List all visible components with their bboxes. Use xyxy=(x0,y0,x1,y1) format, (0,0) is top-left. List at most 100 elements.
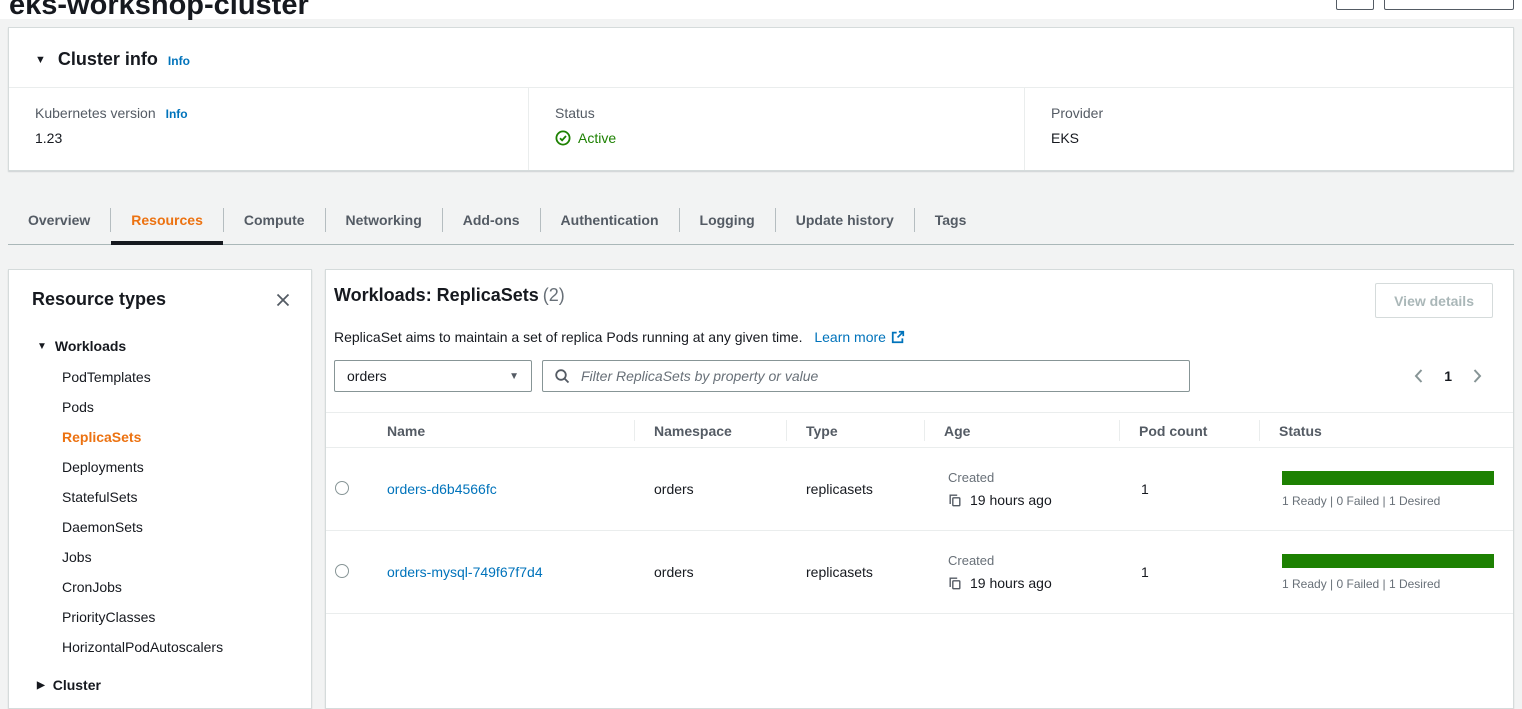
tab-compute[interactable]: Compute xyxy=(224,196,325,244)
current-page[interactable]: 1 xyxy=(1444,368,1452,384)
age-cell: Created 19 hours ago xyxy=(924,470,1119,508)
pod-count-cell: 1 xyxy=(1119,481,1259,497)
status-field: Status Active xyxy=(528,88,1024,170)
kubernetes-version-field: Kubernetes version Info 1.23 xyxy=(9,88,528,170)
filter-row: orders ▼ 1 xyxy=(334,360,1493,392)
status-cell: 1 Ready | 0 Failed | 1 Desired xyxy=(1259,554,1514,591)
tree-group-cluster[interactable]: ▶ Cluster xyxy=(9,669,311,701)
age-created-label: Created xyxy=(948,470,1119,485)
namespace-filter-value: orders xyxy=(347,368,387,384)
status-progress-bar xyxy=(1282,471,1494,485)
sidebar-item-statefulsets[interactable]: StatefulSets xyxy=(9,482,311,512)
kubernetes-version-info-link[interactable]: Info xyxy=(166,107,188,121)
sidebar-item-jobs[interactable]: Jobs xyxy=(9,542,311,572)
sidebar-item-cronjobs[interactable]: CronJobs xyxy=(9,572,311,602)
tab-resources[interactable]: Resources xyxy=(111,196,223,244)
status-text: 1 Ready | 0 Failed | 1 Desired xyxy=(1282,494,1494,508)
select-caret-icon: ▼ xyxy=(509,371,519,382)
namespace-filter-select[interactable]: orders ▼ xyxy=(334,360,532,392)
tree-group-workloads[interactable]: ▼ Workloads xyxy=(9,330,311,362)
view-details-button[interactable]: View details xyxy=(1375,283,1493,318)
sidebar-item-replicasets[interactable]: ReplicaSets xyxy=(9,422,311,452)
cluster-info-title: Cluster info xyxy=(58,49,158,70)
resource-types-title: Resource types xyxy=(32,289,166,310)
replicasets-panel: Workloads: ReplicaSets(2) View details R… xyxy=(325,269,1514,709)
refresh-button[interactable] xyxy=(1336,0,1374,10)
table-row: orders-mysql-749f67f7d4 orders replicase… xyxy=(326,531,1513,614)
result-count: (2) xyxy=(543,285,565,305)
replicaset-name-link[interactable]: orders-d6b4566fc xyxy=(387,481,497,497)
tab-tags[interactable]: Tags xyxy=(915,196,987,244)
next-page-icon[interactable] xyxy=(1472,368,1483,384)
replicasets-table: Name Namespace Type Age Pod count Status… xyxy=(326,412,1513,614)
cluster-info-header: ▼ Cluster info Info xyxy=(9,28,1513,88)
header-actions: Delete cluster xyxy=(1336,0,1514,10)
tab-networking[interactable]: Networking xyxy=(326,196,442,244)
external-link-icon xyxy=(891,330,905,344)
chevron-right-icon: ▶ xyxy=(37,680,45,691)
chevron-down-icon[interactable]: ▼ xyxy=(35,54,46,66)
cluster-info-info-link[interactable]: Info xyxy=(168,54,190,68)
age-cell: Created 19 hours ago xyxy=(924,553,1119,591)
pagination: 1 xyxy=(1413,368,1493,384)
status-text: 1 Ready | 0 Failed | 1 Desired xyxy=(1282,577,1494,591)
replicaset-name-link[interactable]: orders-mysql-749f67f7d4 xyxy=(387,564,543,580)
age-created-label: Created xyxy=(948,553,1119,568)
tree-group-workloads-label: Workloads xyxy=(55,338,126,354)
page-header: eks-workshop-cluster Delete cluster xyxy=(0,0,1522,19)
page-title: eks-workshop-cluster xyxy=(9,0,1522,22)
row-radio-button[interactable] xyxy=(335,564,349,578)
search-box xyxy=(542,360,1190,392)
status-progress-bar xyxy=(1282,554,1494,568)
learn-more-link[interactable]: Learn more xyxy=(814,329,905,345)
provider-value: EKS xyxy=(1051,130,1513,146)
age-value: 19 hours ago xyxy=(970,575,1052,591)
tab-authentication[interactable]: Authentication xyxy=(541,196,679,244)
type-cell: replicasets xyxy=(786,564,924,580)
copy-icon[interactable] xyxy=(948,576,962,590)
tab-overview[interactable]: Overview xyxy=(8,196,110,244)
tab-bar: Overview Resources Compute Networking Ad… xyxy=(8,196,1514,245)
provider-label: Provider xyxy=(1051,105,1103,121)
previous-page-icon[interactable] xyxy=(1413,368,1424,384)
age-value: 19 hours ago xyxy=(970,492,1052,508)
sidebar-item-podtemplates[interactable]: PodTemplates xyxy=(9,362,311,392)
status-badge: Active xyxy=(578,130,616,146)
provider-field: Provider EKS xyxy=(1024,88,1513,170)
cluster-info-body: Kubernetes version Info 1.23 Status Acti… xyxy=(9,88,1513,170)
panel-title: Workloads: ReplicaSets(2) xyxy=(334,285,565,306)
column-header-pod-count: Pod count xyxy=(1119,413,1259,448)
sidebar-item-horizontalpodautoscalers[interactable]: HorizontalPodAutoscalers xyxy=(9,632,311,662)
tab-logging[interactable]: Logging xyxy=(680,196,775,244)
search-icon xyxy=(554,368,570,384)
close-icon[interactable] xyxy=(275,292,291,308)
namespace-cell: orders xyxy=(634,481,786,497)
cluster-info-panel: ▼ Cluster info Info Kubernetes version I… xyxy=(8,27,1514,171)
select-column-header xyxy=(326,413,376,448)
check-circle-icon xyxy=(555,130,571,146)
learn-more-label: Learn more xyxy=(814,329,886,345)
sidebar-item-priorityclasses[interactable]: PriorityClasses xyxy=(9,602,311,632)
column-header-name: Name xyxy=(376,413,634,448)
tab-update-history[interactable]: Update history xyxy=(776,196,914,244)
tree-group-cluster-label: Cluster xyxy=(53,677,101,693)
column-header-age: Age xyxy=(924,413,1119,448)
table-row: orders-d6b4566fc orders replicasets Crea… xyxy=(326,448,1513,531)
kubernetes-version-label: Kubernetes version xyxy=(35,105,156,121)
refresh-icon xyxy=(1347,0,1364,1)
tab-add-ons[interactable]: Add-ons xyxy=(443,196,540,244)
column-header-namespace: Namespace xyxy=(634,413,786,448)
row-radio-button[interactable] xyxy=(335,481,349,495)
search-input[interactable] xyxy=(579,367,1178,385)
namespace-cell: orders xyxy=(634,564,786,580)
sidebar-item-deployments[interactable]: Deployments xyxy=(9,452,311,482)
sidebar-item-daemonsets[interactable]: DaemonSets xyxy=(9,512,311,542)
type-cell: replicasets xyxy=(786,481,924,497)
resource-types-panel: Resource types ▼ Workloads PodTemplates … xyxy=(8,269,312,709)
delete-cluster-button[interactable]: Delete cluster xyxy=(1384,0,1514,10)
kubernetes-version-value: 1.23 xyxy=(35,130,528,146)
table-header-row: Name Namespace Type Age Pod count Status xyxy=(326,413,1513,448)
sidebar-item-pods[interactable]: Pods xyxy=(9,392,311,422)
copy-icon[interactable] xyxy=(948,493,962,507)
description-text: ReplicaSet aims to maintain a set of rep… xyxy=(334,329,802,345)
